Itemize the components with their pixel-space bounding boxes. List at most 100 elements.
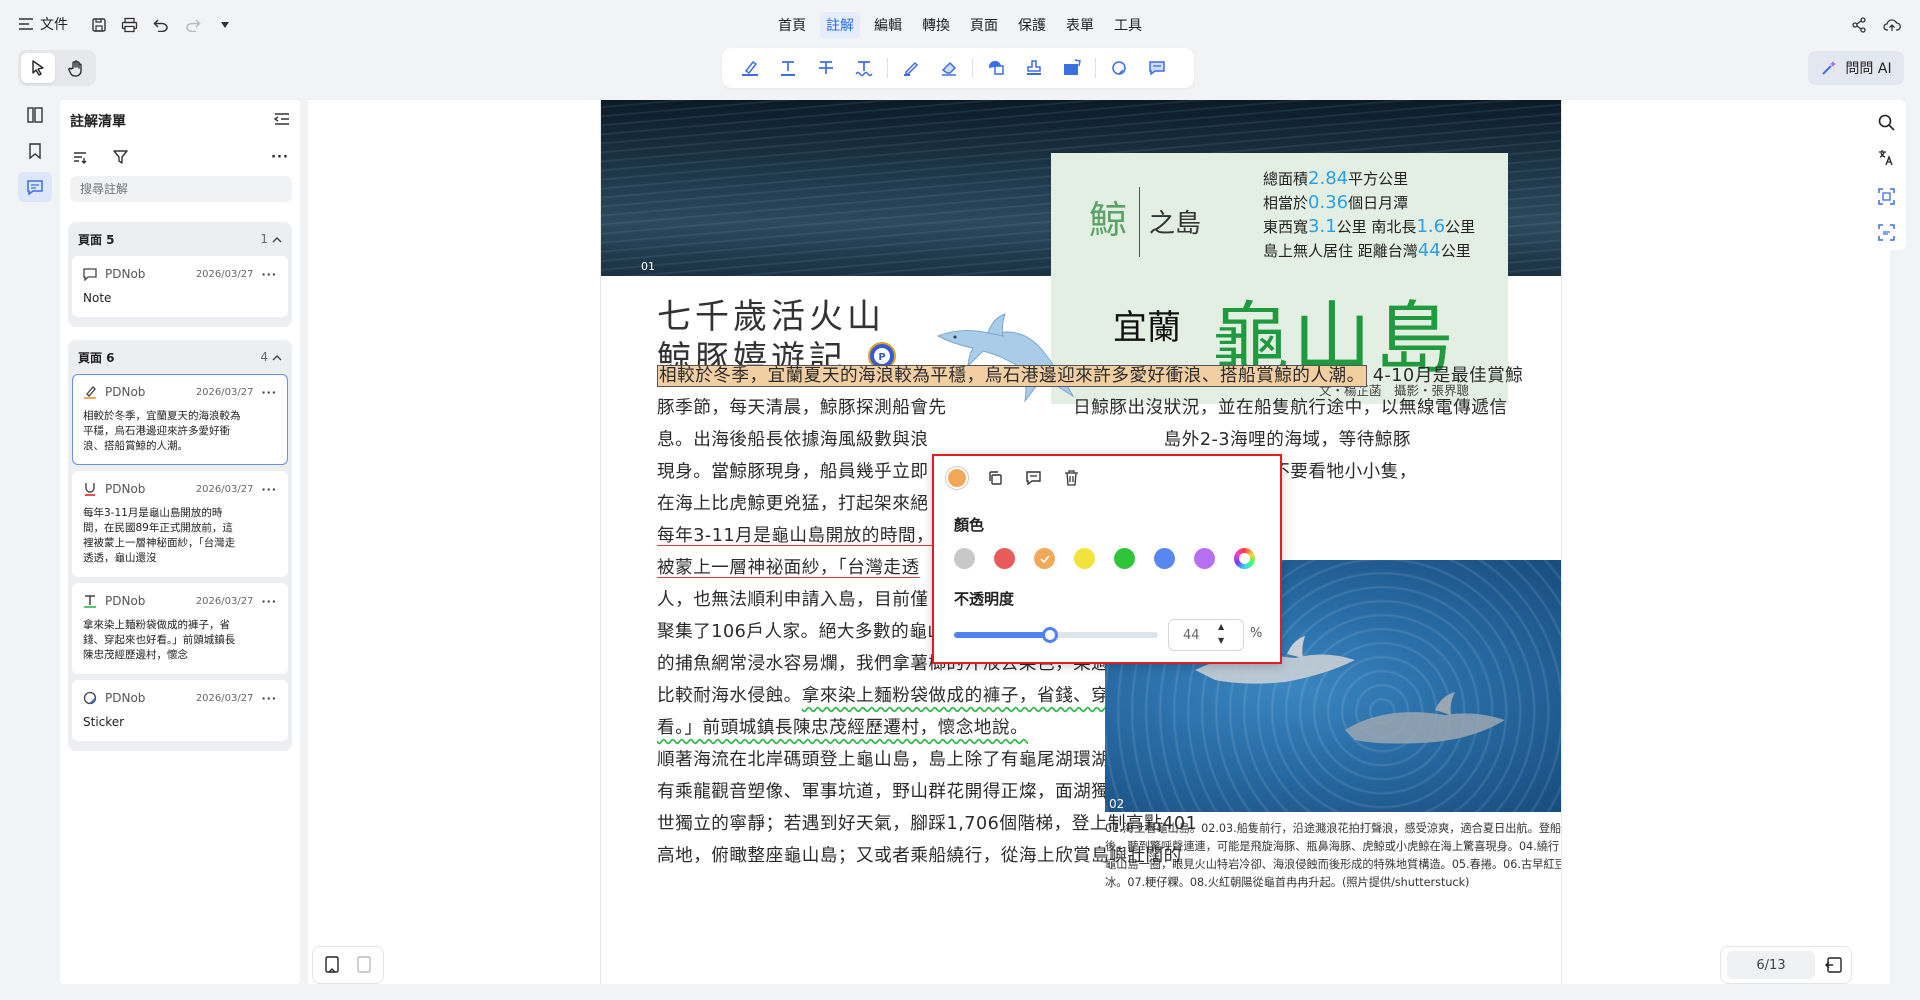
underline-text-tool-icon[interactable]	[770, 52, 806, 84]
card-text: 每年3-11月是龜山島開放的時間，在民國89年正式開放前，這裡被蒙上一層神秘面紗…	[83, 507, 236, 564]
card-more-icon[interactable]: ···	[261, 386, 277, 399]
island-info-box: 鯨 之島 總面積2.84平方公里 相當於0.36個日月潭 東西寬3.1公里 南北…	[1051, 153, 1508, 276]
page-mode-alt-icon[interactable]	[352, 953, 376, 977]
print-icon[interactable]	[118, 14, 140, 36]
squiggly-tool-icon[interactable]	[846, 52, 882, 84]
card-text: 相較於冬季，宜蘭夏天的海浪較為平穩，烏石港邊迎來許多愛好衝浪、搭船賞鯨的人潮。	[83, 410, 241, 452]
shape-tool-icon[interactable]	[978, 52, 1014, 84]
tab-protect[interactable]: 保護	[1012, 12, 1052, 38]
color-swatch[interactable]	[1154, 548, 1175, 569]
translate-icon[interactable]	[1874, 146, 1898, 170]
select-tool-button[interactable]	[21, 53, 55, 83]
color-swatch[interactable]	[954, 548, 975, 569]
annotation-card[interactable]: PDNob 2026/03/27 ··· 拿來染上麵粉袋做成的褲子，省錢、穿起來…	[72, 583, 288, 674]
sticker-tool-icon[interactable]	[1101, 52, 1137, 84]
hand-tool-button[interactable]	[59, 53, 93, 83]
comments-panel-icon[interactable]	[18, 172, 52, 202]
highlight-icon	[84, 386, 96, 399]
body-line: 息。出海後船長依據海風級數與浪 島外2-3海哩的海域，等待鯨豚	[657, 426, 1411, 452]
card-date: 2026/03/27	[195, 692, 254, 704]
color-swatch[interactable]	[1034, 548, 1055, 569]
stamp-tool-icon[interactable]	[1016, 52, 1052, 84]
opacity-input[interactable]: 44	[1168, 619, 1244, 651]
tab-annotate[interactable]: 註解	[820, 12, 860, 38]
body-text-span: 息。出海後船長依據海風級數與浪 島外2-3海哩的海域，等待鯨豚	[657, 430, 1411, 450]
card-more-icon[interactable]: ···	[261, 692, 277, 705]
tab-tools[interactable]: 工具	[1108, 12, 1148, 38]
card-more-icon[interactable]: ···	[261, 268, 277, 281]
hamburger-icon	[19, 18, 33, 30]
screenshot-icon[interactable]	[1874, 220, 1898, 244]
body-line: 順著海流在北岸碼頭登上龜山島，島上除了有龜尾湖環湖步道，還	[657, 746, 1182, 772]
copy-icon[interactable]	[980, 464, 1010, 492]
color-swatch[interactable]	[1074, 548, 1095, 569]
annotation-search-input[interactable]	[70, 176, 292, 202]
annotation-list-panel: 註解清單 ··· 頁面 5 1 PDNob 2026/03/27 ··· Not…	[60, 100, 300, 984]
stat-line: 相當於0.36個日月潭	[1263, 192, 1409, 213]
highlight-annotation[interactable]: 相較於冬季，宜蘭夏天的海浪較為平穩，烏石港邊迎來許多愛好衝浪、搭船賞鯨的人潮。	[657, 365, 1367, 387]
dolphin-illustration	[933, 296, 1083, 406]
underline-annotation[interactable]: 每年3-11月是龜山島開放的時間，	[657, 526, 934, 546]
save-icon[interactable]	[88, 14, 110, 36]
card-more-icon[interactable]: ···	[261, 483, 277, 496]
tool-mode-toggle	[18, 50, 96, 86]
current-color-button[interactable]	[942, 464, 972, 492]
file-menu[interactable]: 文件	[18, 14, 68, 34]
annotation-card[interactable]: PDNob 2026/03/27 ··· Note	[72, 256, 288, 317]
color-swatch[interactable]	[994, 548, 1015, 569]
comment-icon[interactable]	[1018, 464, 1048, 492]
opacity-slider-handle[interactable]	[1041, 627, 1058, 643]
search-icon[interactable]	[1874, 110, 1898, 134]
ask-ai-button[interactable]: 問問 AI	[1808, 51, 1904, 85]
filter-icon[interactable]	[110, 148, 130, 166]
card-text: Note	[83, 291, 112, 305]
check-icon	[1039, 554, 1050, 563]
card-author: PDNob	[105, 267, 146, 281]
tab-page[interactable]: 頁面	[964, 12, 1004, 38]
opacity-slider[interactable]	[954, 627, 1158, 643]
eraser-tool-icon[interactable]	[931, 52, 967, 84]
share-icon[interactable]	[1848, 14, 1870, 36]
thumbnails-icon[interactable]	[18, 100, 52, 130]
tab-convert[interactable]: 轉換	[916, 12, 956, 38]
ocr-scan-icon[interactable]	[1874, 184, 1898, 208]
pencil-tool-icon[interactable]	[893, 52, 929, 84]
color-swatch[interactable]	[1194, 548, 1215, 569]
delete-icon[interactable]	[1056, 464, 1086, 492]
menu-tabs: 首頁 註解 編輯 轉換 頁面 保護 表單 工具	[0, 12, 1920, 38]
group-header[interactable]: 頁面 5 1	[72, 222, 288, 256]
group-header[interactable]: 頁面 6 4	[72, 340, 288, 374]
highlight-tool-icon[interactable]	[732, 52, 768, 84]
color-swatch[interactable]	[1234, 548, 1255, 569]
strikethrough-tool-icon[interactable]	[808, 52, 844, 84]
page-group-5: 頁面 5 1 PDNob 2026/03/27 ··· Note	[68, 222, 292, 327]
color-swatches	[954, 548, 1255, 569]
opacity-stepper[interactable]: ▲ ▼	[1218, 620, 1224, 648]
tab-edit[interactable]: 編輯	[868, 12, 908, 38]
more-options-icon[interactable]: ···	[268, 148, 292, 166]
undo-icon[interactable]	[150, 14, 172, 36]
sort-icon[interactable]	[70, 148, 90, 166]
underline-annotation[interactable]: 被蒙上一層神祕面紗，「台灣走透	[657, 558, 920, 578]
bookmark-icon[interactable]	[18, 136, 52, 166]
area-tool-icon[interactable]	[1054, 52, 1090, 84]
tab-home[interactable]: 首頁	[772, 12, 812, 38]
tab-form[interactable]: 表單	[1060, 12, 1100, 38]
squiggly-annotation[interactable]: 看。」前頭城鎮長陳忠茂經歷遷村，懷念地說。	[657, 718, 1028, 738]
color-swatch[interactable]	[1114, 548, 1135, 569]
comment-tool-icon[interactable]	[1139, 52, 1175, 84]
redo-icon[interactable]	[182, 14, 204, 36]
cloud-upload-icon[interactable]	[1881, 14, 1903, 36]
collapse-panel-icon[interactable]	[272, 109, 292, 129]
right-rail	[1866, 100, 1906, 250]
annotation-card[interactable]: PDNob 2026/03/27 ··· Sticker	[72, 680, 288, 741]
caret-down-icon[interactable]	[214, 14, 236, 36]
exit-page-icon[interactable]	[1819, 951, 1849, 979]
annotation-card[interactable]: PDNob 2026/03/27 ··· 相較於冬季，宜蘭夏天的海浪較為平穩，烏…	[72, 374, 288, 465]
page-mode-icon[interactable]	[320, 953, 344, 977]
body-text-span: 有乘龍觀音塑像、軍事坑道，野山群花開得正燦，面湖獨坐頗有遺	[657, 782, 1182, 802]
page-indicator[interactable]: 6/13	[1727, 951, 1815, 979]
annotation-style-popup: 顏色 不透明度 44 ▲ ▼ %	[932, 454, 1282, 664]
card-more-icon[interactable]: ···	[261, 595, 277, 608]
annotation-card[interactable]: PDNob 2026/03/27 ··· 每年3-11月是龜山島開放的時間，在民…	[72, 471, 288, 577]
